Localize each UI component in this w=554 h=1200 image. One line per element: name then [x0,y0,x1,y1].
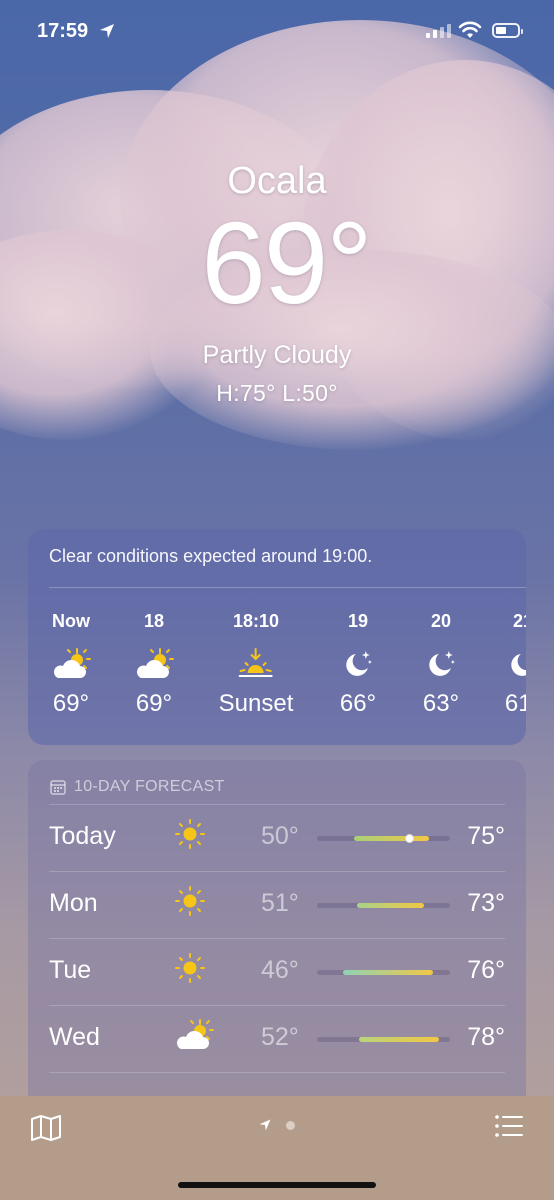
temperature-range-bar [317,903,450,908]
forecast-header-label: 10-DAY FORECAST [74,778,225,795]
hourly-item: 21 61° [505,611,526,718]
low-temperature: 46° [261,956,299,984]
temperature-range-bar [317,970,450,975]
low-temperature: 52° [261,1023,299,1051]
sunset-icon [219,644,294,684]
forecast-row[interactable]: Wed 52° 78° [49,1005,505,1073]
map-icon[interactable] [30,1114,62,1142]
forecast-row[interactable]: Today 50° 75° [49,804,505,872]
hourly-item: 20 63° [423,611,459,718]
high-low-text: H:75° L:50° [216,380,338,406]
partly-cloudy-day-icon [173,1018,215,1057]
bottom-toolbar [0,1096,554,1200]
forecast-header: 10-DAY FORECAST [50,778,225,796]
forecast-row[interactable]: Tue 46° 76° [49,938,505,1006]
current-temperature-dot [405,834,414,843]
hourly-item: 18 69° [133,611,175,718]
hourly-item: 18:10 Sunset [219,611,294,718]
page-indicator[interactable] [258,1118,295,1132]
condition-text: Partly Cloudy [202,341,352,369]
day-label: Today [49,822,116,850]
hour-temperature: 66° [339,690,377,717]
calendar-icon [50,780,66,795]
hour-label: 20 [430,611,452,631]
hour-temperature: 69° [52,690,90,717]
hour-label: 18 [143,611,165,631]
wifi-icon [458,21,482,38]
hour-temperature: 63° [422,690,460,717]
hour-temperature: 69° [135,690,173,717]
high-temperature: 73° [467,889,505,917]
moon-stars-icon [340,644,376,684]
page-dot [286,1120,295,1130]
hour-temperature: 61° [504,690,526,717]
ten-day-forecast-card[interactable]: 10-DAY FORECAST Today 50° 75° Mon 51° 73… [28,760,526,1120]
moon-stars-icon [505,644,526,684]
high-temperature: 76° [467,956,505,984]
sun-icon [173,817,207,856]
hour-label: 18:10 [232,611,280,631]
sun-icon [173,951,207,990]
moon-stars-icon [423,644,459,684]
location-arrow-icon [259,1119,271,1131]
current-weather: Ocala 69° Partly Cloudy H:75° L:50° [0,160,554,407]
sun-icon [173,884,207,923]
high-temperature: 78° [467,1023,505,1051]
partly-cloudy-day-icon [133,644,175,684]
cellular-signal-icon [426,24,451,38]
forecast-row[interactable]: Mon 51° 73° [49,871,505,939]
battery-icon [492,23,523,38]
partly-cloudy-day-icon [50,644,92,684]
temperature-range-bar [317,1037,450,1042]
hourly-forecast-card[interactable]: Clear conditions expected around 19:00. … [28,529,526,745]
divider [49,587,526,588]
day-label: Mon [49,889,98,917]
current-temperature: 69° [201,198,372,328]
status-bar: 17:59 [0,18,554,48]
day-label: Tue [49,956,92,984]
low-temperature: 50° [261,822,299,850]
day-label: Wed [49,1023,100,1051]
hour-label: 19 [347,611,369,631]
city-name: Ocala [227,160,327,202]
hourly-item: Now 69° [50,611,92,718]
temperature-range-bar [317,834,450,843]
status-time: 17:59 [37,20,89,42]
hour-label: Now [52,611,90,631]
hourly-summary: Clear conditions expected around 19:00. [49,546,373,566]
list-icon[interactable] [494,1114,524,1138]
high-temperature: 75° [467,822,505,850]
low-temperature: 51° [261,889,299,917]
hourly-item: 19 66° [340,611,376,718]
hour-temperature: Sunset [218,690,294,717]
home-indicator[interactable] [178,1182,376,1188]
hour-label: 21 [512,611,526,631]
location-arrow-icon [100,24,114,38]
